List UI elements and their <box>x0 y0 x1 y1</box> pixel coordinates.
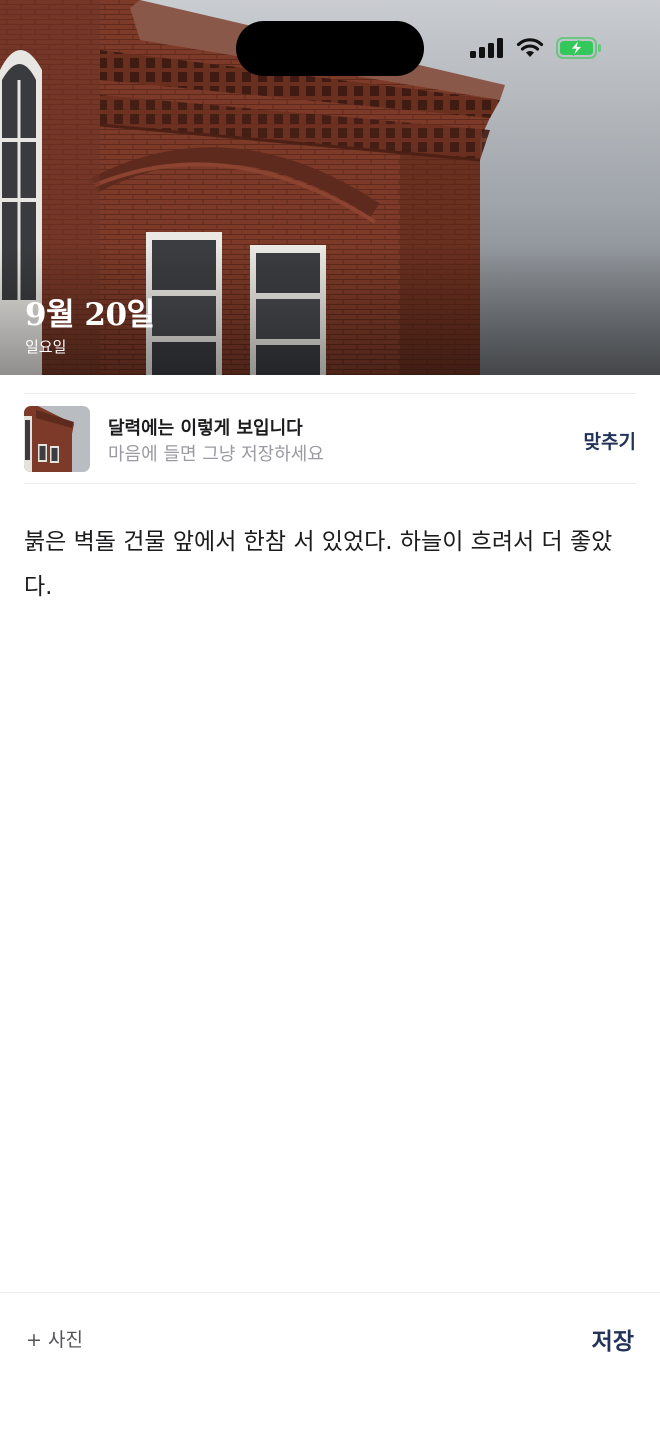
entry-date: 9월 20일 <box>25 297 155 333</box>
save-button[interactable]: 저장 <box>592 1322 634 1356</box>
thumbnail-photo <box>24 406 90 472</box>
bottom-toolbar: + 사진 저장 <box>0 1292 660 1434</box>
entry-text[interactable]: 붉은 벽돌 건물 앞에서 한참 서 있었다. 하늘이 흐려서 더 좋았다. <box>24 520 638 610</box>
fit-button[interactable]: 맞추기 <box>584 427 636 454</box>
entry-weekday: 일요일 <box>25 338 67 356</box>
preview-subtitle: 마음에 들면 그냥 저장하세요 <box>108 444 324 465</box>
calendar-preview: 달력에는 이렇게 보입니다 마음에 들면 그냥 저장하세요 맞추기 <box>24 393 636 484</box>
status-bar <box>470 36 602 60</box>
dynamic-island <box>236 21 424 76</box>
hero-photo: 9월 20일 일요일 <box>0 0 660 375</box>
wifi-icon <box>516 38 544 57</box>
cellular-signal-icon <box>470 38 503 58</box>
calendar-thumbnail <box>24 406 90 472</box>
preview-title: 달력에는 이렇게 보입니다 <box>108 418 303 439</box>
battery-charging-icon <box>556 37 601 59</box>
add-photo-button[interactable]: + 사진 <box>26 1325 83 1352</box>
